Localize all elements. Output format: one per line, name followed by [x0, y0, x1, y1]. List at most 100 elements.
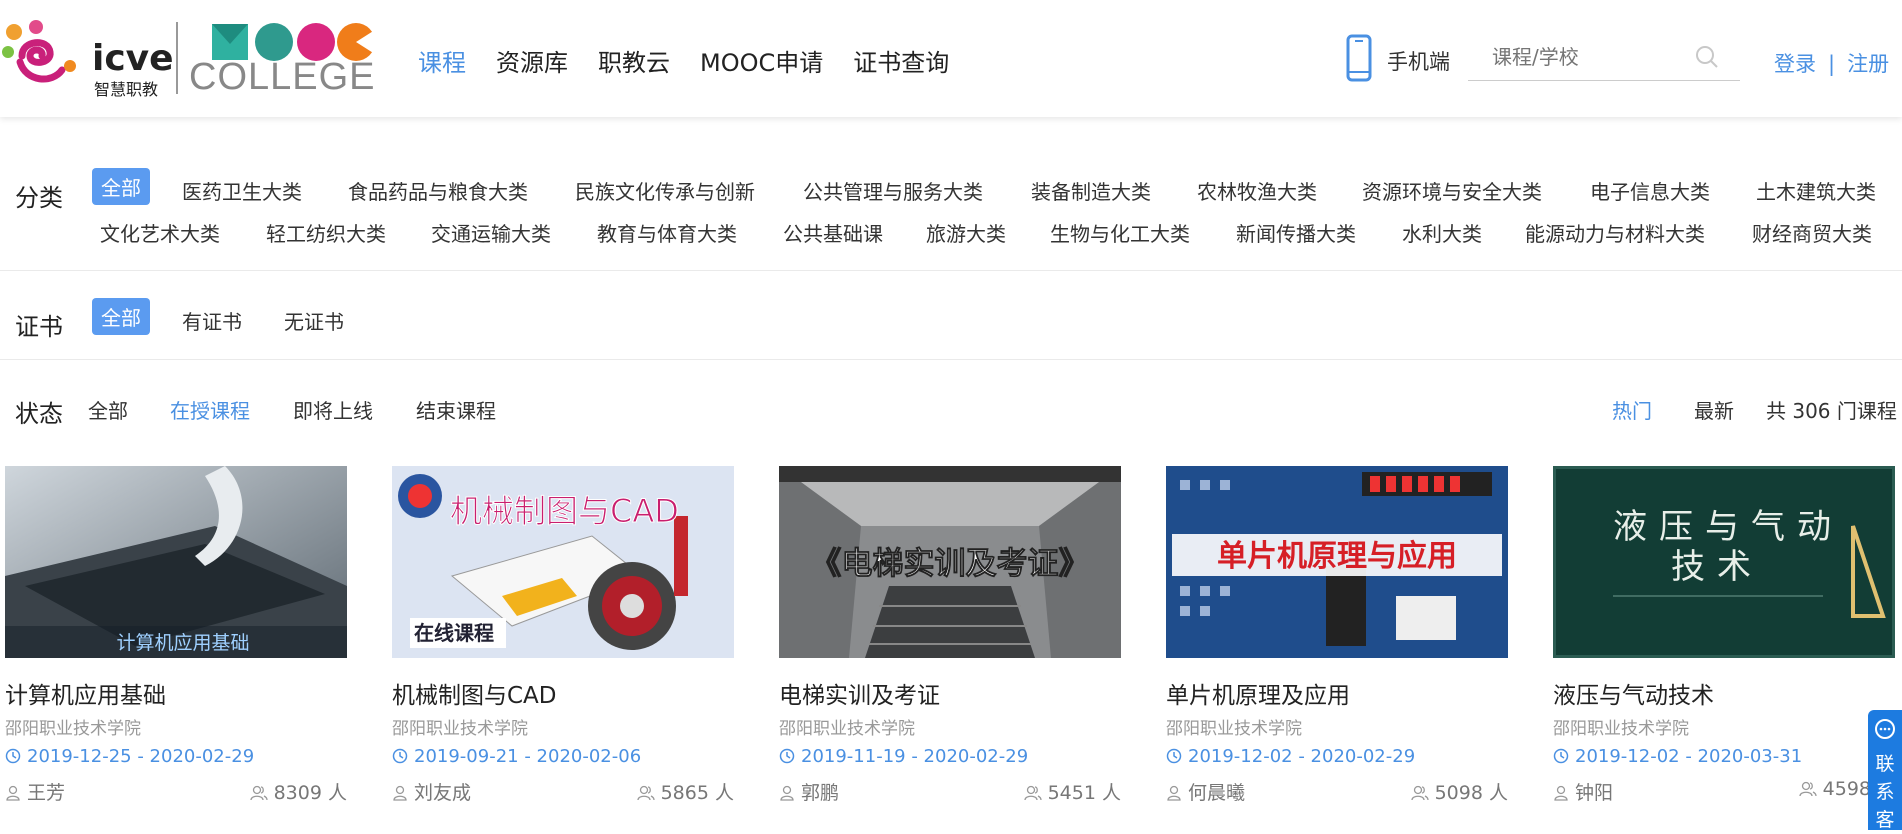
users-icon — [249, 785, 268, 801]
course-teacher: 刘友成 — [392, 778, 471, 805]
course-title[interactable]: 计算机应用基础 — [5, 676, 166, 710]
category-item[interactable]: 公共基础课 — [783, 218, 883, 247]
category-filter: 分类 全部 医药卫生大类 食品药品与粮食大类 民族文化传承与创新 公共管理与服务… — [0, 118, 1902, 271]
course-thumbnail[interactable]: 液压与气动 技术 — [1553, 466, 1895, 658]
users-icon — [1798, 781, 1817, 797]
course-dates: 2019-11-19 - 2020-02-29 — [779, 746, 1028, 767]
course-title[interactable]: 单片机原理及应用 — [1166, 676, 1350, 710]
clock-icon — [392, 748, 408, 764]
course-dates: 2019-12-02 - 2020-02-29 — [1166, 746, 1415, 767]
course-teacher: 王芳 — [5, 778, 65, 805]
nav-certificate-query[interactable]: 证书查询 — [853, 43, 949, 78]
certificate-filter: 证书 全部 有证书 无证书 — [0, 271, 1902, 360]
category-item[interactable]: 生物与化工大类 — [1050, 218, 1190, 247]
category-item[interactable]: 文化艺术大类 — [100, 218, 220, 247]
course-title[interactable]: 电梯实训及考证 — [779, 676, 940, 710]
course-teacher: 何晨曦 — [1166, 778, 1245, 805]
course-title[interactable]: 机械制图与CAD — [392, 676, 557, 710]
category-item[interactable]: 土木建筑大类 — [1756, 176, 1876, 205]
cert-none[interactable]: 无证书 — [284, 306, 344, 335]
course-school: 邵阳职业技术学院 — [1166, 719, 1302, 739]
category-item[interactable]: 新闻传播大类 — [1236, 218, 1356, 247]
category-item[interactable]: 水利大类 — [1402, 218, 1482, 247]
category-item[interactable]: 轻工纺织大类 — [266, 218, 386, 247]
category-label: 分类 — [15, 184, 63, 212]
search-icon[interactable] — [1694, 44, 1720, 70]
category-item[interactable]: 资源环境与安全大类 — [1362, 176, 1542, 205]
certificate-label: 证书 — [15, 313, 63, 341]
search-input[interactable] — [1468, 40, 1702, 69]
sort-hot[interactable]: 热门 — [1612, 395, 1652, 424]
search-box — [1468, 40, 1740, 81]
mobile-app-link[interactable]: 手机端 — [1387, 46, 1450, 76]
status-upcoming[interactable]: 即将上线 — [293, 395, 373, 424]
contact-us-button[interactable]: 联系客 — [1868, 710, 1902, 831]
course-school: 邵阳职业技术学院 — [392, 719, 528, 739]
course-learner-count: 8309 人 — [249, 778, 347, 805]
nav-vocational-cloud[interactable]: 职教云 — [598, 43, 670, 78]
mobile-phone-icon[interactable] — [1346, 34, 1372, 82]
login-link[interactable]: 登录 — [1774, 52, 1816, 76]
thumbnail-caption: 液压与气动 — [1613, 507, 1843, 547]
thumbnail-caption-line2: 技术 — [1671, 547, 1763, 587]
chat-icon — [1875, 719, 1895, 739]
icve-subtitle: 智慧职教 — [94, 80, 159, 99]
contact-label: 联系客 — [1875, 753, 1895, 831]
course-learner-count: 5098 人 — [1410, 778, 1508, 805]
nav-resource-library[interactable]: 资源库 — [496, 43, 568, 78]
user-icon — [1167, 785, 1181, 801]
course-thumbnail[interactable]: 单片机原理与应用 — [1166, 466, 1508, 658]
status-all[interactable]: 全部 — [88, 395, 128, 424]
course-teacher: 钟阳 — [1553, 778, 1613, 805]
clock-icon — [779, 748, 795, 764]
category-item[interactable]: 电子信息大类 — [1590, 176, 1710, 205]
logo-divider — [176, 22, 178, 94]
course-learner-count: 5865 人 — [636, 778, 734, 805]
category-item[interactable]: 装备制造大类 — [1031, 176, 1151, 205]
register-link[interactable]: 注册 — [1847, 52, 1889, 76]
course-school: 邵阳职业技术学院 — [5, 719, 141, 739]
course-dates: 2019-09-21 - 2020-02-06 — [392, 746, 641, 767]
clock-icon — [5, 748, 21, 764]
category-item[interactable]: 食品药品与粮食大类 — [348, 176, 528, 205]
status-ended[interactable]: 结束课程 — [416, 395, 496, 424]
site-logo[interactable]: icve 智慧职教 COLLEGE — [0, 14, 380, 99]
nav-courses[interactable]: 课程 — [418, 43, 466, 78]
category-item[interactable]: 交通运输大类 — [431, 218, 551, 247]
status-filter: 状态 全部 在授课程 即将上线 结束课程 热门 最新 共 306 门课程 — [0, 360, 1902, 448]
cert-has[interactable]: 有证书 — [182, 306, 242, 335]
category-item[interactable]: 能源动力与材料大类 — [1525, 218, 1705, 247]
icve-logo-icon — [2, 20, 76, 83]
user-icon — [780, 785, 794, 801]
category-item[interactable]: 民族文化传承与创新 — [575, 176, 755, 205]
user-icon — [1554, 785, 1568, 801]
course-title[interactable]: 液压与气动技术 — [1553, 676, 1714, 710]
user-icon — [393, 785, 407, 801]
sort-newest[interactable]: 最新 — [1694, 395, 1734, 424]
auth-divider: | — [1828, 52, 1836, 76]
category-all[interactable]: 全部 — [92, 168, 150, 205]
nav-mooc-apply[interactable]: MOOC申请 — [700, 43, 823, 78]
course-dates: 2019-12-25 - 2020-02-29 — [5, 746, 254, 767]
course-teacher: 郭鹏 — [779, 778, 839, 805]
category-item[interactable]: 公共管理与服务大类 — [803, 176, 983, 205]
category-item[interactable]: 教育与体育大类 — [597, 218, 737, 247]
course-school: 邵阳职业技术学院 — [779, 719, 915, 739]
status-ongoing[interactable]: 在授课程 — [170, 395, 250, 424]
college-wordmark: COLLEGE — [189, 56, 376, 98]
thumbnail-caption: 《电梯实训及考证》 — [811, 546, 1090, 582]
icve-wordmark: icve — [92, 38, 174, 79]
category-item[interactable]: 旅游大类 — [926, 218, 1006, 247]
course-school: 邵阳职业技术学院 — [1553, 719, 1689, 739]
course-learner-count: 5451 人 — [1023, 778, 1121, 805]
auth-links: 登录 | 注册 — [1774, 48, 1889, 78]
category-item[interactable]: 财经商贸大类 — [1752, 218, 1872, 247]
category-item[interactable]: 医药卫生大类 — [182, 176, 302, 205]
category-item[interactable]: 农林牧渔大类 — [1197, 176, 1317, 205]
course-thumbnail[interactable]: 《电梯实训及考证》 — [779, 466, 1121, 658]
cert-all[interactable]: 全部 — [92, 298, 150, 335]
course-thumbnail[interactable]: 计算机应用基础 — [5, 466, 347, 658]
course-thumbnail[interactable]: 机械制图与CAD 在线课程 — [392, 466, 734, 658]
course-dates: 2019-12-02 - 2020-03-31 — [1553, 746, 1802, 767]
thumbnail-caption: 计算机应用基础 — [116, 632, 249, 654]
